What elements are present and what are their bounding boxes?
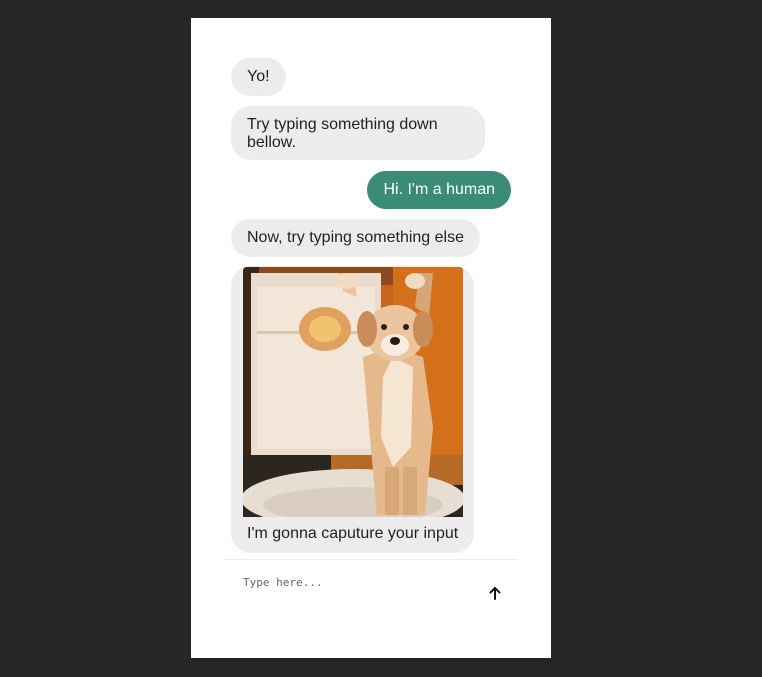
message-input[interactable] — [243, 572, 463, 592]
chat-message-bot: Try typing something down bellow. — [231, 106, 485, 160]
composer-divider — [224, 559, 518, 560]
chat-message-user: Hi. I'm a human — [367, 171, 511, 209]
chat-message-bot: Yo! — [231, 58, 286, 96]
message-text: Yo! — [247, 68, 270, 85]
chat-message-bot-image: I'm gonna caputure your input — [231, 266, 474, 553]
message-text: Hi. I'm a human — [383, 181, 495, 198]
message-text: I'm gonna caputure your input — [247, 525, 459, 542]
chat-message-bot: Now, try typing something else — [231, 219, 480, 257]
arrow-up-icon — [488, 586, 502, 603]
chat-window: Yo! Try typing something down bellow. Hi… — [191, 18, 551, 658]
message-text: Try typing something down bellow. — [247, 116, 438, 151]
message-text: Now, try typing something else — [247, 229, 464, 246]
send-button[interactable] — [485, 584, 505, 604]
dancing-puppy-gif — [243, 267, 463, 517]
